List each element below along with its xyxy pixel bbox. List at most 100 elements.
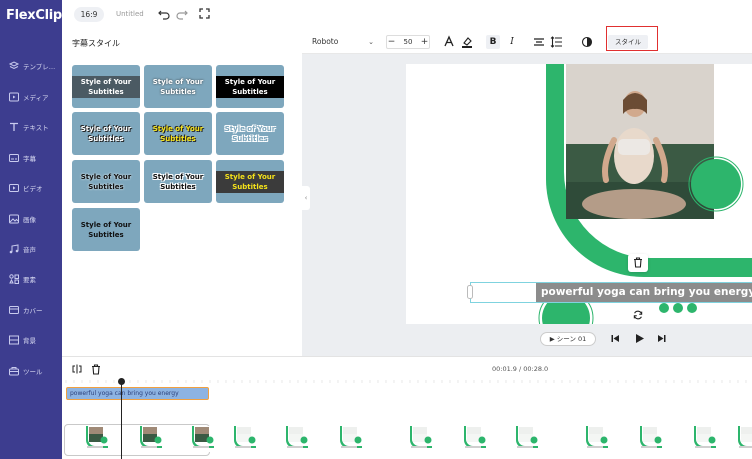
sidebar-item-label: カバー bbox=[23, 307, 43, 315]
scene-thumbnail[interactable] bbox=[732, 426, 752, 452]
sidebar-item-label: ツール bbox=[23, 368, 43, 376]
project-title[interactable]: Untitled bbox=[116, 10, 144, 18]
sidebar-item-9[interactable]: カバー bbox=[0, 299, 62, 321]
increase-size-button[interactable]: + bbox=[420, 36, 429, 48]
aspect-ratio-button[interactable]: 16:9 bbox=[74, 7, 104, 22]
trash-icon bbox=[634, 257, 642, 268]
sidebar-item-5[interactable]: ビデオ bbox=[0, 177, 62, 199]
scene-thumbnail[interactable] bbox=[458, 426, 486, 452]
video-icon bbox=[9, 184, 19, 192]
subtitle-style-tile[interactable]: Style of Your Subtitles bbox=[216, 112, 284, 155]
fullscreen-icon[interactable] bbox=[199, 8, 210, 19]
style-preview-text: Style of Your Subtitles bbox=[216, 75, 284, 98]
scene-thumbnail[interactable] bbox=[510, 426, 538, 452]
sidebar-item-4[interactable]: 字幕 bbox=[0, 147, 62, 169]
sidebar-item-8[interactable]: 要素 bbox=[0, 268, 62, 290]
media-icon bbox=[9, 92, 19, 102]
sidebar-item-label: 音声 bbox=[23, 246, 36, 254]
style-preview-text: Style of Your Subtitles bbox=[80, 220, 132, 239]
italic-button[interactable]: I bbox=[505, 35, 519, 49]
play-icon[interactable] bbox=[634, 333, 645, 344]
redo-icon[interactable] bbox=[176, 8, 188, 20]
scene-thumbnail[interactable] bbox=[186, 426, 214, 452]
sidebar-item-11[interactable]: ツール bbox=[0, 360, 62, 382]
text-icon bbox=[10, 122, 18, 131]
sidebar-item-label: 画像 bbox=[23, 216, 36, 224]
font-family-select[interactable]: Roboto ⌄ bbox=[312, 35, 374, 49]
style-preview-text: Style of Your Subtitles bbox=[152, 77, 204, 96]
subtitle-style-tile[interactable]: Style of Your Subtitles bbox=[144, 112, 212, 155]
subtitle-style-tile[interactable]: Style of Your Subtitles bbox=[72, 208, 140, 251]
style-preview-text: Style of Your Subtitles bbox=[216, 170, 284, 193]
subtitle-style-tile[interactable]: Style of Your Subtitles bbox=[144, 160, 212, 203]
scene-thumbnail[interactable] bbox=[80, 426, 108, 452]
background-icon bbox=[9, 335, 19, 345]
subtitle-style-tile[interactable]: Style of Your Subtitles bbox=[72, 65, 140, 108]
subtitle-style-tile[interactable]: Style of Your Subtitles bbox=[72, 160, 140, 203]
scene-thumbnail[interactable] bbox=[404, 426, 432, 452]
timeline-delete-icon[interactable] bbox=[91, 364, 101, 375]
music-icon bbox=[9, 244, 19, 254]
thumbnail-image bbox=[688, 426, 716, 452]
scene-thumbnail[interactable] bbox=[580, 426, 608, 452]
scene-thumbnail[interactable] bbox=[334, 426, 362, 452]
font-size-value[interactable]: 50 bbox=[397, 36, 419, 48]
sidebar-item-3[interactable]: テキスト bbox=[0, 116, 62, 138]
subtitle-text[interactable]: powerful yoga can bring you energy bbox=[536, 283, 752, 302]
undo-icon[interactable] bbox=[158, 8, 170, 20]
scene-thumbnail[interactable] bbox=[280, 426, 308, 452]
collapse-panel-handle[interactable]: ‹ bbox=[302, 186, 310, 210]
sidebar-item-label: 背景 bbox=[23, 337, 36, 345]
text-color-icon[interactable] bbox=[442, 35, 456, 49]
next-scene-icon[interactable] bbox=[657, 334, 666, 343]
sidebar-item-1[interactable]: テンプレ… bbox=[0, 55, 62, 77]
tools-icon bbox=[9, 367, 19, 376]
font-size-stepper[interactable]: − 50 + bbox=[386, 35, 430, 49]
layers-icon bbox=[8, 61, 20, 70]
sidebar-item-label: 要素 bbox=[23, 276, 36, 284]
rotate-icon[interactable] bbox=[633, 310, 643, 320]
sidebar-item-7[interactable]: 音声 bbox=[0, 238, 62, 260]
cover-icon bbox=[9, 306, 19, 314]
thumbnail-image bbox=[732, 426, 752, 452]
playhead-handle[interactable] bbox=[118, 378, 125, 385]
scene-thumbnail[interactable] bbox=[228, 426, 256, 452]
sidebar-item-label: テキスト bbox=[23, 124, 49, 132]
subtitle-style-tile[interactable]: Style of Your Subtitles bbox=[216, 160, 284, 203]
highlight-color-icon[interactable] bbox=[460, 35, 474, 49]
thumbnail-image bbox=[134, 426, 162, 452]
panel-title: 字幕スタイル bbox=[72, 39, 120, 48]
scene-thumbnail[interactable] bbox=[134, 426, 162, 452]
subtitle-style-tile[interactable]: Style of Your Subtitles bbox=[216, 65, 284, 108]
timeline-ruler bbox=[65, 380, 747, 383]
align-center-icon[interactable] bbox=[532, 35, 546, 49]
play-small-icon: ▶ bbox=[549, 335, 557, 343]
scene-thumbnail[interactable] bbox=[634, 426, 662, 452]
chevron-down-icon: ⌄ bbox=[368, 38, 374, 46]
sidebar-item-2[interactable]: メディア bbox=[0, 86, 62, 108]
thumbnail-image bbox=[280, 426, 308, 452]
resize-handle[interactable] bbox=[467, 285, 473, 299]
thumbnail-image bbox=[580, 426, 608, 452]
line-spacing-icon[interactable] bbox=[550, 35, 564, 49]
previous-scene-icon[interactable] bbox=[611, 334, 620, 343]
format-toolbar: Roboto ⌄ − 50 + B I スタイル bbox=[302, 30, 752, 54]
delete-element-button[interactable] bbox=[628, 254, 648, 272]
bold-button[interactable]: B bbox=[486, 35, 500, 49]
style-preview-text: Style of Your Subtitles bbox=[152, 172, 204, 191]
font-family-value: Roboto bbox=[312, 37, 339, 46]
subtitle-clip[interactable]: powerful yoga can bring you energy bbox=[66, 387, 209, 400]
split-icon[interactable] bbox=[72, 364, 82, 374]
opacity-icon[interactable] bbox=[580, 35, 594, 49]
sidebar-item-6[interactable]: 画像 bbox=[0, 208, 62, 230]
playhead[interactable] bbox=[121, 379, 122, 459]
subtitle-style-tile[interactable]: Style of Your Subtitles bbox=[72, 112, 140, 155]
sidebar-item-label: 字幕 bbox=[23, 155, 36, 163]
sidebar-item-10[interactable]: 背景 bbox=[0, 329, 62, 351]
subtitle-style-tile[interactable]: Style of Your Subtitles bbox=[144, 65, 212, 108]
scene-thumbnail[interactable] bbox=[688, 426, 716, 452]
thumbnail-image bbox=[334, 426, 362, 452]
decrease-size-button[interactable]: − bbox=[387, 36, 396, 48]
scene-play-button[interactable]: ▶ シーン 01 bbox=[540, 332, 596, 346]
style-button-highlight bbox=[606, 26, 658, 51]
